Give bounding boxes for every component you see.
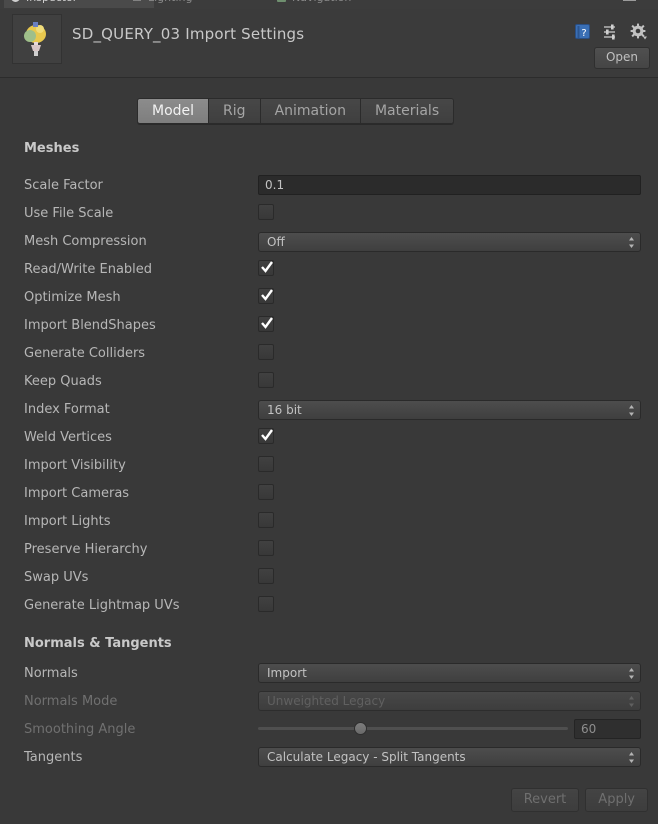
lighting-icon (133, 0, 141, 1)
tab-model[interactable]: Model (138, 99, 210, 123)
chevron-updown-icon (629, 668, 634, 679)
preset-icon[interactable] (602, 23, 620, 41)
normals-value: Import (267, 666, 307, 680)
label-generate-colliders: Generate Colliders (24, 346, 146, 361)
label-read-write-enabled: Read/Write Enabled (24, 262, 153, 277)
asset-preview-thumbnail[interactable] (12, 14, 62, 64)
optimize-mesh-checkbox[interactable] (258, 288, 274, 304)
lock-icon[interactable] (623, 0, 636, 1)
svg-text:?: ? (581, 28, 586, 39)
keep-quads-checkbox[interactable] (258, 372, 274, 388)
window-menu-icon[interactable]: ▾ (646, 0, 652, 3)
page-title: SD_QUERY_03 Import Settings (72, 25, 305, 43)
chevron-updown-icon (629, 237, 634, 248)
slider-knob (354, 722, 368, 735)
import-cameras-checkbox[interactable] (258, 484, 274, 500)
check-icon (261, 261, 273, 273)
inspector-header: SD_QUERY_03 Import Settings ? Open (0, 9, 658, 78)
apply-button[interactable]: Apply (585, 788, 648, 812)
label-scale-factor: Scale Factor (24, 178, 103, 193)
label-use-file-scale: Use File Scale (24, 206, 114, 221)
smoothing-angle-slider (258, 720, 568, 736)
label-swap-uvs: Swap UVs (24, 570, 89, 585)
swap-uvs-checkbox[interactable] (258, 568, 274, 584)
navigation-icon (277, 0, 286, 2)
label-weld-vertices: Weld Vertices (24, 430, 112, 445)
window-tab-navigation[interactable]: Navigation (270, 0, 452, 8)
import-visibility-checkbox[interactable] (258, 456, 274, 472)
label-generate-lightmap-uvs: Generate Lightmap UVs (24, 598, 180, 613)
tab-rig[interactable]: Rig (209, 99, 261, 123)
inspector-icon (11, 0, 20, 2)
section-title-meshes: Meshes (24, 141, 80, 156)
generate-colliders-checkbox[interactable] (258, 344, 274, 360)
tab-materials[interactable]: Materials (360, 99, 454, 123)
import-lights-checkbox[interactable] (258, 512, 274, 528)
label-mesh-compression: Mesh Compression (24, 234, 147, 249)
normals-mode-value: Unweighted Legacy (267, 694, 386, 708)
label-index-format: Index Format (24, 402, 110, 417)
model-preview-image (13, 15, 59, 61)
preserve-hierarchy-checkbox[interactable] (258, 540, 274, 556)
section-title-normals-tangents: Normals & Tangents (24, 636, 172, 651)
label-smoothing-angle: Smoothing Angle (24, 722, 136, 737)
label-import-visibility: Import Visibility (24, 458, 126, 473)
chevron-updown-icon (629, 752, 634, 763)
gear-icon[interactable] (630, 23, 648, 41)
label-normals: Normals (24, 666, 78, 681)
open-button[interactable]: Open (593, 47, 650, 69)
chevron-updown-icon (629, 405, 634, 416)
label-optimize-mesh: Optimize Mesh (24, 290, 121, 305)
check-icon (261, 317, 273, 329)
check-icon (261, 289, 273, 301)
tab-animation[interactable]: Animation (260, 99, 361, 123)
scale-factor-input[interactable]: 0.1 (258, 175, 641, 195)
label-preserve-hierarchy: Preserve Hierarchy (24, 542, 148, 557)
label-normals-mode: Normals Mode (24, 694, 118, 709)
check-icon (261, 429, 273, 441)
header-icon-group: ? (574, 23, 648, 41)
mesh-compression-dropdown[interactable]: Off (258, 232, 641, 252)
normals-mode-dropdown: Unweighted Legacy (258, 691, 641, 711)
window-tab-label: Lighting (148, 0, 192, 4)
import-settings-tabs: Model Rig Animation Materials (137, 98, 455, 124)
weld-vertices-checkbox[interactable] (258, 428, 274, 444)
label-import-blendshapes: Import BlendShapes (24, 318, 156, 333)
generate-lightmap-uvs-checkbox[interactable] (258, 596, 274, 612)
index-format-value: 16 bit (267, 403, 302, 417)
chevron-updown-icon (629, 696, 634, 707)
index-format-dropdown[interactable]: 16 bit (258, 400, 641, 420)
tangents-dropdown[interactable]: Calculate Legacy - Split Tangents (258, 747, 641, 767)
slider-track (258, 727, 568, 730)
help-icon[interactable]: ? (574, 23, 592, 41)
footer-buttons: Revert Apply (510, 788, 648, 812)
window-tab-label: Inspector (26, 0, 77, 4)
label-tangents: Tangents (24, 750, 83, 765)
label-import-cameras: Import Cameras (24, 486, 130, 501)
import-blendshapes-checkbox[interactable] (258, 316, 274, 332)
normals-dropdown[interactable]: Import (258, 663, 641, 683)
use-file-scale-checkbox[interactable] (258, 204, 274, 220)
label-import-lights: Import Lights (24, 514, 111, 529)
tangents-value: Calculate Legacy - Split Tangents (267, 750, 466, 764)
window-tab-label: Navigation (292, 0, 351, 4)
mesh-compression-value: Off (267, 235, 285, 249)
read-write-enabled-checkbox[interactable] (258, 260, 274, 276)
label-keep-quads: Keep Quads (24, 374, 102, 389)
revert-button[interactable]: Revert (510, 788, 580, 812)
smoothing-angle-value: 60 (574, 719, 641, 739)
inspector-panel: SD_QUERY_03 Import Settings ? Open Model… (0, 9, 658, 824)
